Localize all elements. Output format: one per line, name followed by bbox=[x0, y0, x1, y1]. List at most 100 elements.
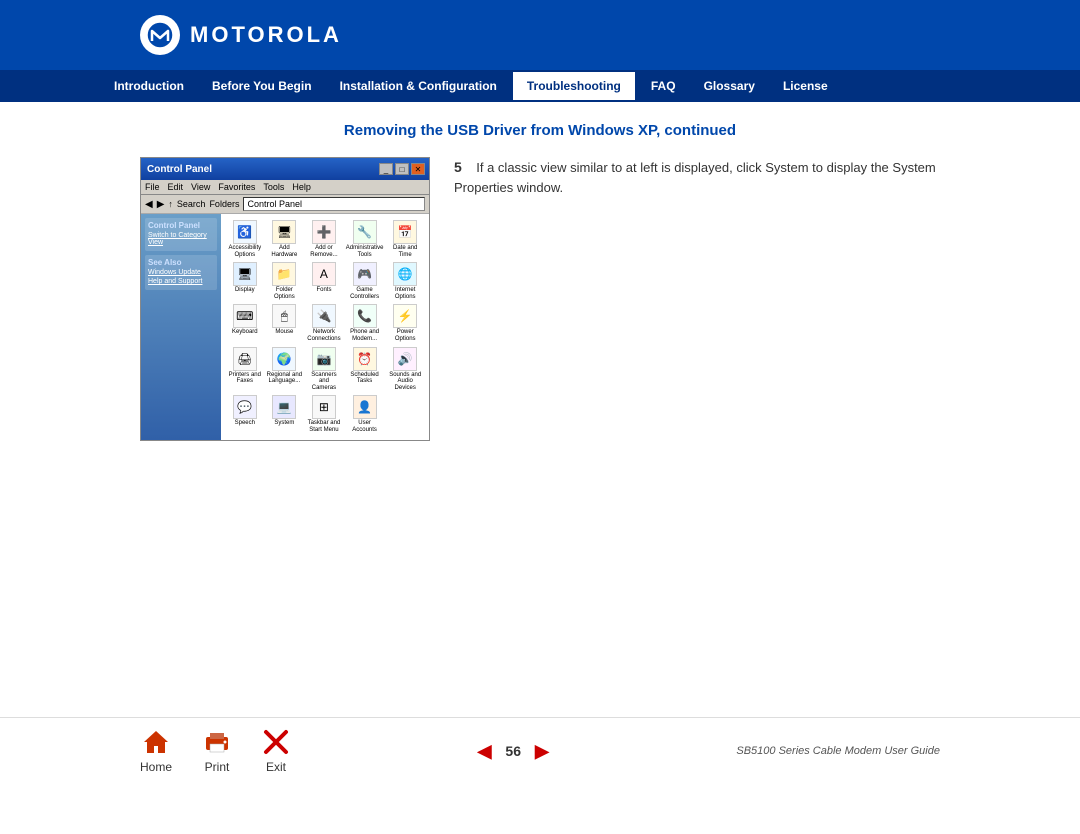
screenshot-container: Control Panel _ □ ✕ File Edit View Favor… bbox=[140, 157, 430, 441]
xp-address-bar[interactable]: Control Panel bbox=[243, 197, 425, 211]
content-area: Control Panel _ □ ✕ File Edit View Favor… bbox=[140, 157, 940, 441]
xp-users-icon: 👤 bbox=[353, 395, 377, 419]
main-content: Removing the USB Driver from Windows XP,… bbox=[0, 102, 1080, 461]
home-label: Home bbox=[140, 760, 172, 774]
xp-icon-phone[interactable]: 📞 Phone and Modem... bbox=[346, 304, 384, 342]
xp-icon-scanners[interactable]: 📷 Scanners and Cameras bbox=[306, 347, 342, 392]
xp-menu-favorites[interactable]: Favorites bbox=[218, 182, 255, 192]
xp-keyboard-icon: ⌨ bbox=[233, 304, 257, 328]
xp-search-btn[interactable]: Search bbox=[177, 199, 206, 209]
xp-menu-file[interactable]: File bbox=[145, 182, 160, 192]
nav-troubleshooting[interactable]: Troubleshooting bbox=[511, 70, 637, 102]
xp-game-icon: 🎮 bbox=[353, 262, 377, 286]
xp-icon-scheduled[interactable]: ⏰ Scheduled Tasks bbox=[346, 347, 384, 392]
xp-title-text: Control Panel bbox=[147, 164, 212, 175]
nav-installation[interactable]: Installation & Configuration bbox=[326, 70, 511, 102]
xp-windows-update-link[interactable]: Windows Update bbox=[148, 269, 214, 276]
xp-sidebar: Control Panel Switch to Category View Se… bbox=[141, 214, 221, 440]
xp-scanners-icon: 📷 bbox=[312, 347, 336, 371]
footer: Home Print Exit ◀ bbox=[0, 717, 1080, 774]
xp-fonts-icon: A bbox=[312, 262, 336, 286]
xp-icon-add-remove[interactable]: ➕ Add or Remove... bbox=[306, 220, 342, 258]
xp-icon-taskbar[interactable]: ⊞ Taskbar and Start Menu bbox=[306, 395, 342, 433]
header: MOTOROLA bbox=[0, 0, 1080, 70]
xp-icon-power[interactable]: ⚡ Power Options bbox=[387, 304, 423, 342]
prev-page-arrow[interactable]: ◀ bbox=[478, 741, 492, 762]
xp-icon-admin-tools[interactable]: 🔧 Administrative Tools bbox=[346, 220, 384, 258]
xp-forward-btn[interactable]: ▶ bbox=[157, 199, 165, 210]
motorola-logo-symbol bbox=[140, 15, 180, 55]
xp-icons-area: ♿ Accessibility Options 🖥 Add Hardware ➕… bbox=[221, 214, 429, 440]
xp-sidebar-title: Control Panel bbox=[148, 221, 214, 230]
exit-icon bbox=[262, 728, 290, 756]
xp-menu-view[interactable]: View bbox=[191, 182, 210, 192]
xp-icon-game-controllers[interactable]: 🎮 Game Controllers bbox=[346, 262, 384, 300]
step-number: 5 bbox=[454, 159, 462, 175]
xp-regional-icon: 🌍 bbox=[272, 347, 296, 371]
xp-folders-btn[interactable]: Folders bbox=[209, 199, 239, 209]
next-page-arrow[interactable]: ▶ bbox=[535, 741, 549, 762]
xp-folder-icon: 📁 bbox=[272, 262, 296, 286]
step-content: 5 If a classic view similar to at left i… bbox=[454, 157, 940, 198]
xp-taskbar-icon: ⊞ bbox=[312, 395, 336, 419]
xp-icon-internet-options[interactable]: 🌐 Internet Options bbox=[387, 262, 423, 300]
xp-icon-display[interactable]: 🖥 Display bbox=[227, 262, 263, 300]
xp-help-support-link[interactable]: Help and Support bbox=[148, 278, 214, 285]
xp-speech-icon: 💬 bbox=[233, 395, 257, 419]
motorola-logo-text: MOTOROLA bbox=[190, 22, 342, 48]
nav-introduction[interactable]: Introduction bbox=[100, 70, 198, 102]
xp-icon-keyboard[interactable]: ⌨ Keyboard bbox=[227, 304, 263, 342]
xp-display-icon: 🖥 bbox=[233, 262, 257, 286]
xp-sidebar-section-see-also: See Also Windows Update Help and Support bbox=[145, 255, 217, 290]
xp-icon-speech[interactable]: 💬 Speech bbox=[227, 395, 263, 433]
nav-glossary[interactable]: Glossary bbox=[690, 70, 769, 102]
xp-icon-network[interactable]: 🔌 Network Connections bbox=[306, 304, 342, 342]
nav-license[interactable]: License bbox=[769, 70, 842, 102]
xp-body: Control Panel Switch to Category View Se… bbox=[141, 214, 429, 440]
xp-icon-mouse[interactable]: 🖱 Mouse bbox=[267, 304, 303, 342]
xp-minimize-btn[interactable]: _ bbox=[379, 163, 393, 175]
xp-icon-regional[interactable]: 🌍 Regional and Language... bbox=[267, 347, 303, 392]
xp-add-remove-icon: ➕ bbox=[312, 220, 336, 244]
xp-internet-icon: 🌐 bbox=[393, 262, 417, 286]
xp-maximize-btn[interactable]: □ bbox=[395, 163, 409, 175]
footer-guide-title: SB5100 Series Cable Modem User Guide bbox=[736, 745, 940, 757]
xp-add-hardware-icon: 🖥 bbox=[272, 220, 296, 244]
xp-up-btn[interactable]: ↑ bbox=[168, 199, 173, 209]
footer-center: ◀ 56 ▶ bbox=[478, 741, 549, 762]
xp-network-icon: 🔌 bbox=[312, 304, 336, 328]
xp-back-btn[interactable]: ◀ bbox=[145, 199, 153, 210]
xp-printers-icon: 🖨 bbox=[233, 347, 257, 371]
xp-menu-help[interactable]: Help bbox=[292, 182, 311, 192]
xp-icon-date-time[interactable]: 📅 Date and Time bbox=[387, 220, 423, 258]
motorola-logo: MOTOROLA bbox=[140, 15, 342, 55]
xp-toolbar: ◀ ▶ ↑ Search Folders Control Panel bbox=[141, 195, 429, 214]
xp-admin-icon: 🔧 bbox=[353, 220, 377, 244]
xp-titlebar-buttons: _ □ ✕ bbox=[379, 163, 425, 175]
footer-nav: Home Print Exit bbox=[140, 728, 290, 774]
xp-system-icon: 💻 bbox=[272, 395, 296, 419]
xp-icon-system[interactable]: 💻 System bbox=[267, 395, 303, 433]
nav-before-you-begin[interactable]: Before You Begin bbox=[198, 70, 326, 102]
xp-see-also-title: See Also bbox=[148, 258, 214, 267]
xp-menu-tools[interactable]: Tools bbox=[263, 182, 284, 192]
xp-icon-sounds[interactable]: 🔊 Sounds and Audio Devices bbox=[387, 347, 423, 392]
xp-icon-users[interactable]: 👤 User Accounts bbox=[346, 395, 384, 433]
nav-faq[interactable]: FAQ bbox=[637, 70, 690, 102]
step-text: If a classic view similar to at left is … bbox=[454, 160, 936, 195]
xp-switch-view-link[interactable]: Switch to Category View bbox=[148, 232, 214, 246]
xp-icon-fonts[interactable]: A Fonts bbox=[306, 262, 342, 300]
xp-icon-folder-options[interactable]: 📁 Folder Options bbox=[267, 262, 303, 300]
xp-icon-printers[interactable]: 🖨 Printers and Faxes bbox=[227, 347, 263, 392]
print-button[interactable]: Print bbox=[202, 728, 232, 774]
xp-icon-accessibility[interactable]: ♿ Accessibility Options bbox=[227, 220, 263, 258]
exit-button[interactable]: Exit bbox=[262, 728, 290, 774]
home-icon bbox=[142, 728, 170, 756]
xp-menu-edit[interactable]: Edit bbox=[168, 182, 184, 192]
xp-icon-add-hardware[interactable]: 🖥 Add Hardware bbox=[267, 220, 303, 258]
navbar: Introduction Before You Begin Installati… bbox=[0, 70, 1080, 102]
xp-close-btn[interactable]: ✕ bbox=[411, 163, 425, 175]
xp-scheduled-icon: ⏰ bbox=[353, 347, 377, 371]
page-title: Removing the USB Driver from Windows XP,… bbox=[140, 122, 940, 139]
home-button[interactable]: Home bbox=[140, 728, 172, 774]
